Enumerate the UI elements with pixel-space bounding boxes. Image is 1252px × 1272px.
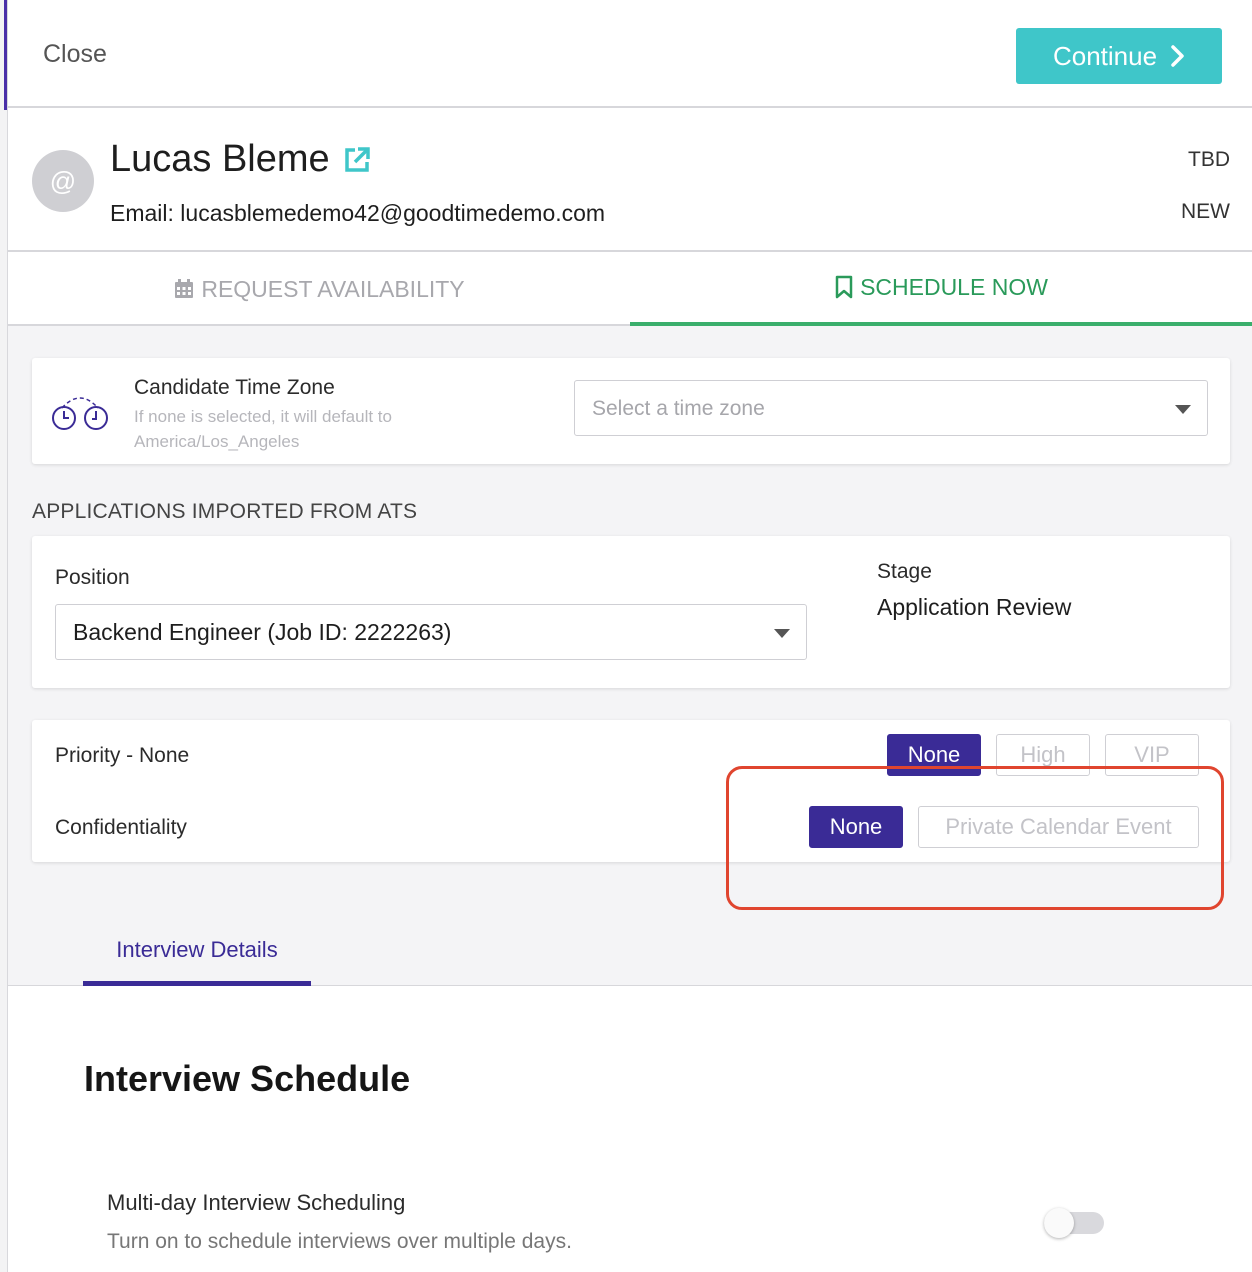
tab-request-availability[interactable]: REQUEST AVAILABILITY [8,252,630,326]
scheduling-tabs: REQUEST AVAILABILITY SCHEDULE NOW [8,252,1252,326]
timezone-title: Candidate Time Zone [134,376,335,399]
continue-button[interactable]: Continue [1016,28,1222,84]
external-link-icon[interactable] [342,145,372,175]
interview-schedule-title: Interview Schedule [84,1058,411,1099]
chevron-right-icon [1171,45,1184,67]
calendar-icon [175,279,194,298]
position-label: Position [55,566,130,589]
position-select[interactable]: Backend Engineer (Job ID: 2222263) [55,604,807,660]
tab-schedule-now[interactable]: SCHEDULE NOW [630,252,1252,326]
candidate-name: Lucas Bleme [110,138,330,180]
tab-schedule-label: SCHEDULE NOW [860,273,1048,300]
left-edge [0,0,8,1272]
candidate-name-row: Lucas Bleme [110,138,372,181]
chevron-down-icon [1175,405,1191,414]
confidentiality-private-button[interactable]: Private Calendar Event [918,806,1199,848]
priority-high-button[interactable]: High [996,734,1090,776]
timezone-select[interactable]: Select a time zone [574,380,1208,436]
confidentiality-none-button[interactable]: None [809,806,903,848]
candidate-header: @ Lucas Bleme Email: lucasblemedemo42@go… [8,108,1252,252]
close-link[interactable]: Close [43,40,107,69]
chevron-down-icon [774,629,790,638]
tab-request-label: REQUEST AVAILABILITY [201,275,465,302]
position-value: Backend Engineer (Job ID: 2222263) [73,619,452,645]
bookmark-icon [835,275,853,299]
multiday-description: Turn on to schedule interviews over mult… [107,1230,572,1253]
priority-vip-button[interactable]: VIP [1105,734,1199,776]
priority-none-button[interactable]: None [887,734,981,776]
stage-value: Application Review [877,594,1072,620]
status-tbd: TBD [1188,148,1230,171]
status-badge: NEW [1181,200,1230,223]
candidate-email: Email: lucasblemedemo42@goodtimedemo.com [110,200,606,226]
toggle-knob [1044,1208,1074,1238]
position-card: Position Backend Engineer (Job ID: 22222… [32,536,1230,688]
multiday-title: Multi-day Interview Scheduling [107,1190,406,1215]
multiday-toggle[interactable] [1044,1208,1104,1238]
timezone-placeholder: Select a time zone [592,397,765,420]
confidentiality-label: Confidentiality [55,816,187,839]
continue-label: Continue [1052,40,1158,71]
tab-interview-details[interactable]: Interview Details [83,918,311,986]
priority-label: Priority - None [55,744,190,767]
priority-card: Priority - None None High VIP Confidenti… [32,720,1230,862]
stage-label: Stage [877,560,932,583]
timezone-help: If none is selected, it will default to … [134,407,392,451]
timezone-card: Candidate Time Zone If none is selected,… [32,358,1230,464]
schedule-form: Candidate Time Zone If none is selected,… [8,326,1252,986]
applications-heading: APPLICATIONS IMPORTED FROM ATS [32,500,418,523]
clocks-icon [52,397,108,430]
avatar: @ [32,150,94,212]
top-bar: Close Continue [8,0,1252,108]
